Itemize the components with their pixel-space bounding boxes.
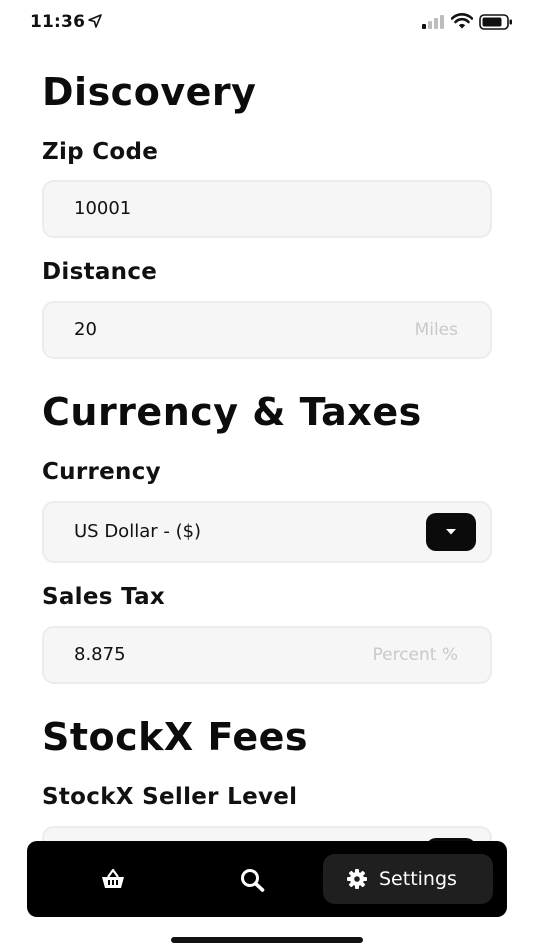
tab-search[interactable] (223, 841, 283, 917)
gear-icon (347, 869, 367, 889)
tab-settings[interactable]: Settings (323, 854, 493, 904)
sales-tax-label: Sales Tax (42, 584, 166, 610)
signal-icon (422, 15, 444, 29)
distance-field[interactable]: 20 Miles (42, 301, 492, 359)
currency-select[interactable]: US Dollar - ($) (42, 501, 492, 563)
zip-code-value: 10001 (74, 198, 132, 219)
home-indicator (171, 937, 363, 943)
search-icon (241, 869, 265, 892)
chevron-down-icon (446, 529, 456, 535)
tab-settings-label: Settings (379, 868, 457, 890)
currency-dropdown-button[interactable] (426, 513, 476, 551)
seller-level-label: StockX Seller Level (42, 784, 298, 810)
distance-value: 20 (74, 319, 97, 340)
tab-bar: Settings (27, 841, 507, 917)
zip-code-label: Zip Code (42, 139, 159, 165)
status-bar: 11:36 (0, 0, 534, 44)
sales-tax-field[interactable]: 8.875 Percent % (42, 626, 492, 684)
status-time: 11:36 (30, 12, 86, 32)
tab-shop[interactable] (83, 841, 143, 917)
location-arrow-icon (88, 14, 102, 28)
discovery-title: Discovery (42, 70, 257, 114)
currency-label: Currency (42, 459, 161, 485)
zip-code-field[interactable]: 10001 (42, 180, 492, 238)
distance-unit: Miles (414, 320, 458, 340)
currency-taxes-title: Currency & Taxes (42, 390, 422, 434)
sales-tax-unit: Percent % (372, 645, 458, 665)
currency-value: US Dollar - ($) (74, 521, 202, 542)
wifi-icon (451, 13, 473, 29)
basket-icon (102, 868, 124, 888)
stockx-fees-title: StockX Fees (42, 715, 309, 759)
sales-tax-value: 8.875 (74, 644, 126, 665)
distance-label: Distance (42, 259, 158, 285)
battery-icon (479, 14, 512, 30)
